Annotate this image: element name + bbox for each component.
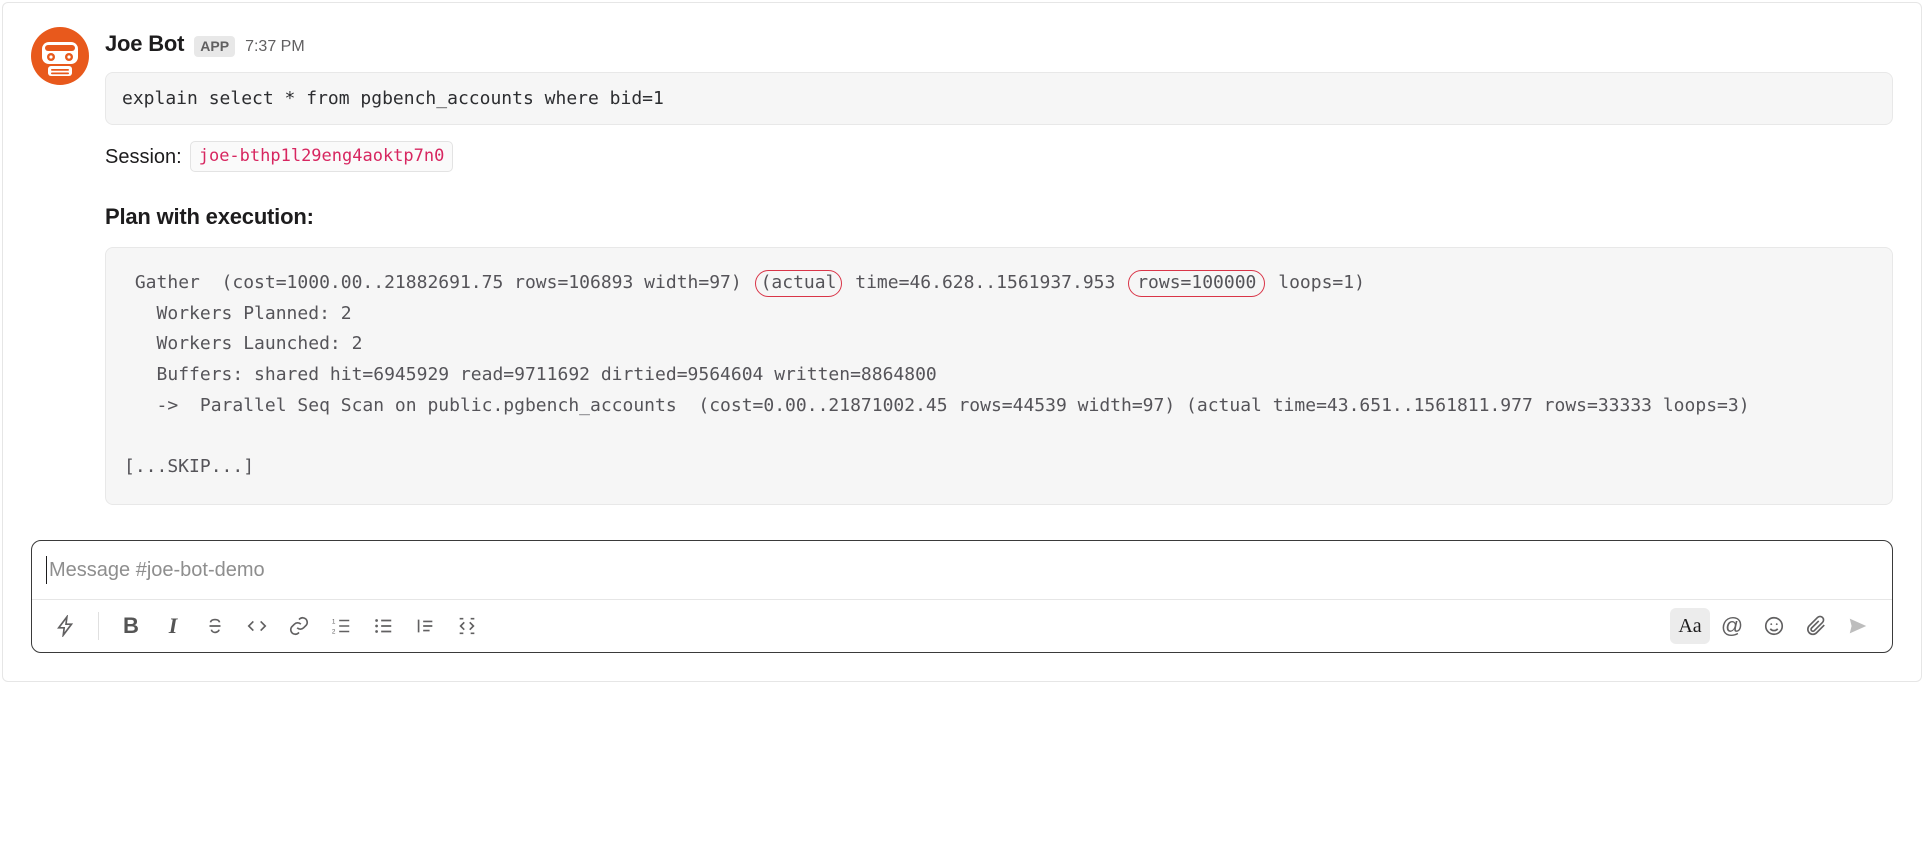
emoji-button[interactable] <box>1754 608 1794 644</box>
app-badge: APP <box>194 36 235 57</box>
plan-gather-leading: Gather (cost=1000.00..21882691.75 rows=1… <box>124 272 753 293</box>
sender-avatar[interactable] <box>31 27 89 85</box>
message-composer: B I 12 <box>31 540 1893 653</box>
blockquote-icon <box>414 615 436 637</box>
blockquote-button[interactable] <box>405 608 445 644</box>
plan-line-skip: [...SKIP...] <box>124 452 1874 483</box>
svg-text:1: 1 <box>332 618 336 625</box>
toolbar-separator <box>98 612 99 640</box>
composer-input-row[interactable] <box>32 541 1892 599</box>
plan-line-gather: Gather (cost=1000.00..21882691.75 rows=1… <box>124 268 1874 299</box>
mention-button[interactable]: @ <box>1712 608 1752 644</box>
highlight-rows: rows=100000 <box>1128 270 1265 297</box>
attach-button[interactable] <box>1796 608 1836 644</box>
emoji-icon <box>1763 615 1785 637</box>
toolbar-right-group: Aa @ <box>1670 608 1878 644</box>
bot-avatar-icon <box>31 27 89 85</box>
message-body: Joe Bot APP 7:37 PM explain select * fro… <box>105 27 1893 505</box>
strikethrough-button[interactable] <box>195 608 235 644</box>
session-label: Session: <box>105 142 182 172</box>
paperclip-icon <box>1805 615 1827 637</box>
codeblock-button[interactable] <box>447 608 487 644</box>
ordered-list-icon: 12 <box>330 615 352 637</box>
query-code-block[interactable]: explain select * from pgbench_accounts w… <box>105 72 1893 125</box>
text-caret <box>46 556 47 584</box>
code-button[interactable] <box>237 608 277 644</box>
bold-button[interactable]: B <box>111 608 151 644</box>
slack-message-pane: Joe Bot APP 7:37 PM explain select * fro… <box>2 2 1922 682</box>
plan-line-workers-launched: Workers Launched: 2 <box>124 329 1874 360</box>
link-button[interactable] <box>279 608 319 644</box>
plan-line-seqscan: -> Parallel Seq Scan on public.pgbench_a… <box>124 391 1874 422</box>
ordered-list-button[interactable]: 12 <box>321 608 361 644</box>
codeblock-icon <box>456 615 478 637</box>
at-icon: @ <box>1721 613 1743 639</box>
composer-input[interactable] <box>49 559 1874 582</box>
plan-line-blank <box>124 421 1874 452</box>
session-line: Session: joe-bthp1l29eng4aoktp7n0 <box>105 141 1893 172</box>
code-icon <box>246 615 268 637</box>
message-header: Joe Bot APP 7:37 PM <box>105 27 1893 60</box>
formatting-toggle-button[interactable]: Aa <box>1670 608 1710 644</box>
lightning-icon <box>55 615 77 637</box>
sender-name[interactable]: Joe Bot <box>105 27 184 60</box>
formatting-icon: Aa <box>1678 615 1701 638</box>
plan-code-block[interactable]: Gather (cost=1000.00..21882691.75 rows=1… <box>105 247 1893 505</box>
bold-icon: B <box>123 613 139 639</box>
message-row: Joe Bot APP 7:37 PM explain select * fro… <box>31 27 1893 505</box>
bullet-list-icon <box>372 615 394 637</box>
link-icon <box>288 615 310 637</box>
session-id[interactable]: joe-bthp1l29eng4aoktp7n0 <box>190 141 454 172</box>
send-icon <box>1847 615 1869 637</box>
message-timestamp[interactable]: 7:37 PM <box>245 35 305 59</box>
toolbar-left-group: B I 12 <box>46 608 487 644</box>
italic-icon: I <box>169 613 178 639</box>
send-button[interactable] <box>1838 608 1878 644</box>
italic-button[interactable]: I <box>153 608 193 644</box>
plan-gather-between: time=46.628..1561937.953 <box>844 272 1126 293</box>
plan-section-title: Plan with execution: <box>105 200 1893 233</box>
plan-line-buffers: Buffers: shared hit=6945929 read=9711692… <box>124 360 1874 391</box>
svg-text:2: 2 <box>332 628 336 635</box>
plan-line-workers-planned: Workers Planned: 2 <box>124 299 1874 330</box>
highlight-actual: (actual <box>755 270 843 297</box>
composer-toolbar: B I 12 <box>32 599 1892 652</box>
strikethrough-icon <box>204 615 226 637</box>
bullet-list-button[interactable] <box>363 608 403 644</box>
shortcuts-button[interactable] <box>46 608 86 644</box>
query-text: explain select * from pgbench_accounts w… <box>122 88 664 109</box>
plan-gather-trailing: loops=1) <box>1267 272 1365 293</box>
